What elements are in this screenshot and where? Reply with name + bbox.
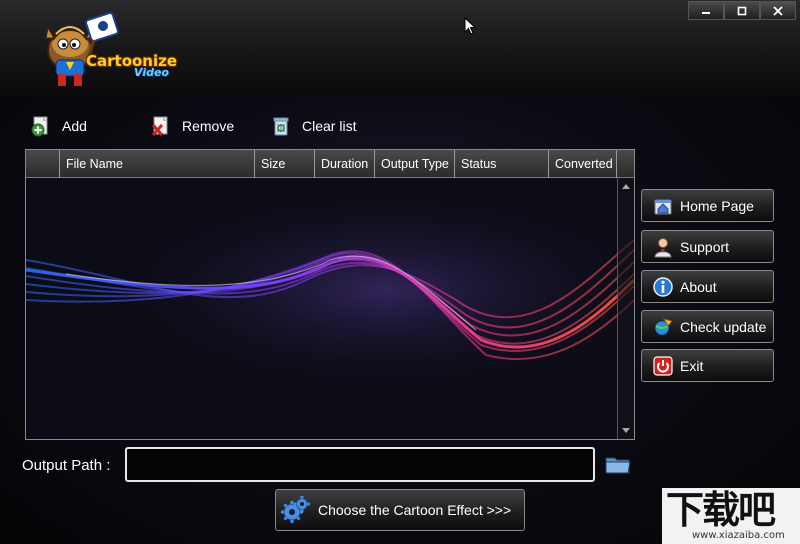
add-label: Add [62,118,87,134]
scroll-down-arrow-icon[interactable] [622,428,630,433]
browse-folder-icon[interactable] [605,453,631,475]
file-list-grid[interactable]: File Name Size Duration Output Type Stat… [25,149,635,440]
output-path-input[interactable] [125,447,595,482]
power-icon [653,355,673,376]
clear-list-button[interactable]: Clear list [270,113,356,139]
remove-button[interactable]: Remove [150,113,234,139]
exit-label: Exit [680,357,704,374]
clear-list-label: Clear list [302,118,357,134]
check-update-label: Check update [680,318,767,335]
support-button[interactable]: Support [641,230,774,263]
column-header-file-name[interactable]: File Name [60,150,255,178]
remove-file-icon [151,116,168,137]
recycle-bin-icon [273,117,289,136]
support-person-icon [654,237,672,257]
scroll-up-arrow-icon[interactable] [622,184,630,189]
check-update-button[interactable]: Check update [641,310,774,343]
home-page-button[interactable]: Home Page [641,189,774,222]
about-label: About [680,278,717,295]
column-header-select[interactable] [26,150,60,178]
app-logo: Cartoonize Video [36,10,186,92]
maximize-icon [737,6,747,15]
vertical-scrollbar[interactable] [617,178,634,439]
app-window: Cartoonize Video Add Remove Clear list F… [0,0,800,544]
title-bar: Cartoonize Video [0,0,800,96]
support-label: Support [680,238,730,255]
grid-header: File Name Size Duration Output Type Stat… [26,150,634,178]
watermark-url: www.xiazaiba.com [692,530,785,541]
choose-cartoon-effect-label: Choose the Cartoon Effect >>> [318,502,512,518]
minimize-icon [702,11,710,14]
home-page-icon [654,199,672,214]
add-file-icon [31,116,48,137]
gears-icon [281,496,310,523]
add-button[interactable]: Add [30,113,87,139]
column-header-size[interactable]: Size [255,150,315,178]
choose-cartoon-effect-button[interactable]: Choose the Cartoon Effect >>> [275,489,525,531]
column-header-filler [617,150,634,178]
column-header-duration[interactable]: Duration [315,150,375,178]
column-header-status[interactable]: Status [455,150,549,178]
close-icon [773,5,783,16]
column-header-output-type[interactable]: Output Type [375,150,455,178]
update-globe-icon [654,317,673,335]
output-path-label: Output Path : [22,457,111,474]
watermark-logo-text: 下载吧 [666,488,776,532]
close-button[interactable] [760,1,796,20]
site-watermark: 下载吧 www.xiazaiba.com [662,488,800,544]
minimize-button[interactable] [688,1,724,20]
remove-label: Remove [182,118,235,134]
wave-background-image [26,150,634,439]
home-page-label: Home Page [680,197,754,214]
logo-text-video: Video [134,66,169,79]
about-button[interactable]: About [641,270,774,303]
column-header-converted[interactable]: Converted [549,150,617,178]
exit-button[interactable]: Exit [641,349,774,382]
maximize-button[interactable] [724,1,760,20]
info-icon [653,276,673,297]
mascot-logo-icon [45,11,119,86]
window-controls [688,1,796,20]
mouse-cursor-icon [464,17,476,35]
